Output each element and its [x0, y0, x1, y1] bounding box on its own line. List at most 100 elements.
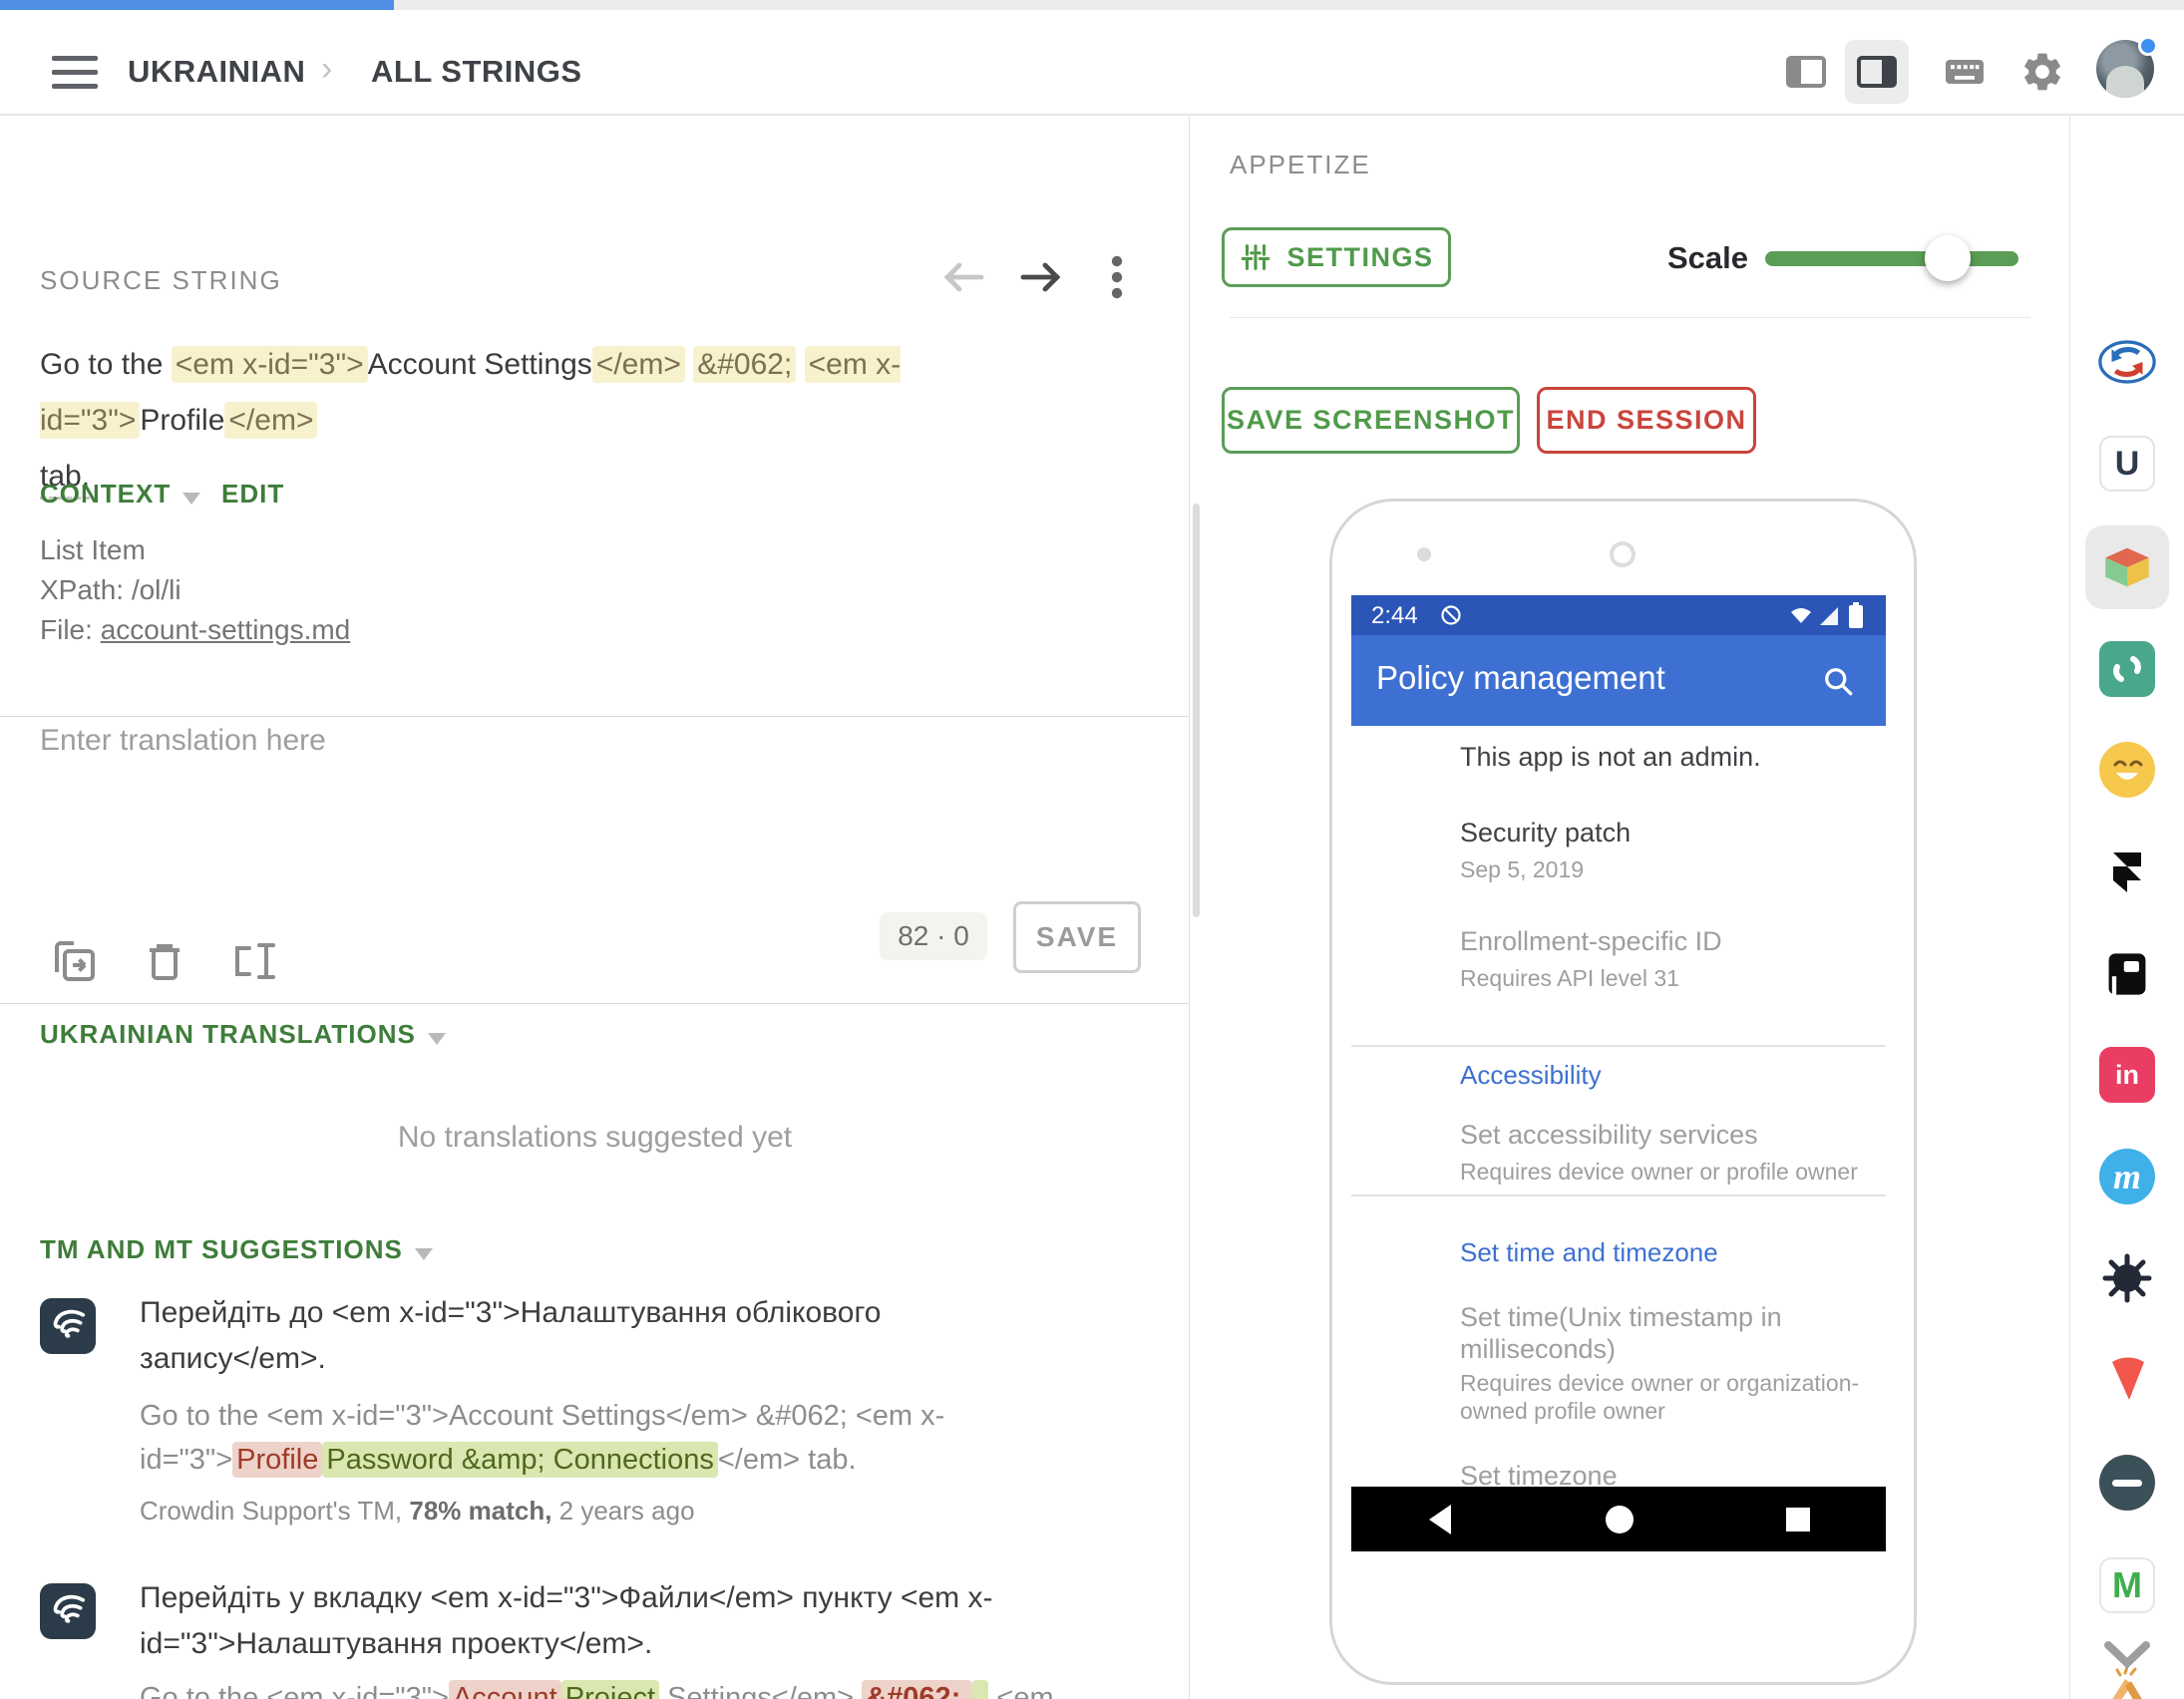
editor-panel: SOURCE STRING Go to the <em x-id="3">Acc…: [0, 116, 1190, 1699]
scale-slider-knob[interactable]: [1925, 235, 1971, 281]
context-type: List Item: [40, 530, 146, 570]
app-icon-m-circle[interactable]: m: [2085, 1135, 2169, 1218]
wifi-icon: [1788, 605, 1814, 627]
context-edit-button[interactable]: EDIT: [221, 479, 284, 510]
copy-source-icon[interactable]: [48, 934, 102, 988]
divider: [0, 716, 1189, 717]
source-string-label: SOURCE STRING: [40, 265, 282, 296]
list-divider: [1351, 1194, 1886, 1196]
breadcrumb-language[interactable]: UKRAINIAN: [128, 54, 305, 90]
section-header-time: Set time and timezone: [1460, 1237, 1863, 1268]
app-icon-cube-active[interactable]: [2085, 525, 2169, 609]
context-chevron-icon: [182, 493, 200, 505]
next-string-icon[interactable]: [1015, 255, 1071, 301]
list-item-set-time: Set time(Unix timestamp in milliseconds)…: [1460, 1301, 1863, 1425]
right-panel-layout-icon[interactable]: [1845, 40, 1909, 104]
appetize-label: APPETIZE: [1230, 150, 1371, 180]
suggestion-translation-text: Перейдіть у вкладку <em x-id="3">Файли</…: [140, 1575, 1147, 1667]
crowdin-editor-window: UKRAINIAN › ALL STRINGS SOURCE STRING: [0, 0, 2184, 1699]
device-frame: 2:44 Policy management This app is not a…: [1329, 499, 1917, 1685]
app-icon-smiley[interactable]: [2085, 728, 2169, 812]
preview-panel: APPETIZE SETTINGS Scale SAVE SCREENSHOT …: [1190, 116, 2069, 1699]
online-status-dot: [2138, 36, 2158, 56]
page-load-progress-fill: [0, 0, 394, 10]
nav-recents-icon[interactable]: [1784, 1506, 1812, 1533]
app-icon-book[interactable]: [2085, 932, 2169, 1016]
app-icon-u[interactable]: U: [2085, 422, 2169, 506]
device-speaker: [1610, 541, 1636, 567]
app-icon-marvel[interactable]: [2085, 1338, 2169, 1422]
battery-icon: [1848, 602, 1864, 629]
breadcrumb-chevron-icon: ›: [321, 50, 332, 89]
list-item-set-accessibility: Set accessibility services Requires devi…: [1460, 1120, 1863, 1186]
android-nav-bar: [1351, 1487, 1886, 1551]
status-time: 2:44: [1371, 602, 1418, 630]
translation-input[interactable]: [40, 724, 1147, 893]
emulator-screen[interactable]: 2:44 Policy management This app is not a…: [1351, 595, 1886, 1551]
crowdin-tm-icon: [40, 1298, 96, 1354]
context-xpath: XPath: /ol/li: [40, 570, 182, 610]
no-translations-message: No translations suggested yet: [0, 1121, 1190, 1155]
settings-gear-icon[interactable]: [2010, 40, 2074, 104]
context-label: CONTEXT: [40, 479, 171, 509]
list-item-enrollment-id: Enrollment-specific ID Requires API leve…: [1460, 926, 1863, 992]
settings-button-label: SETTINGS: [1286, 242, 1433, 273]
more-options-icon[interactable]: [1102, 249, 1132, 305]
app-icon-m-letter[interactable]: M: [2085, 1543, 2169, 1627]
divider: [1230, 317, 2030, 318]
android-status-bar: 2:44: [1351, 595, 1886, 635]
list-item-security-patch: Security patch Sep 5, 2019: [1460, 818, 1863, 883]
signal-icon: [1818, 605, 1842, 627]
end-session-button[interactable]: END SESSION: [1537, 387, 1756, 454]
save-screenshot-button[interactable]: SAVE SCREENSHOT: [1222, 387, 1520, 454]
suggestion-meta: Crowdin Support's TM, 78% match, 2 years…: [140, 1496, 1147, 1527]
section-header-accessibility: Accessibility: [1460, 1060, 1863, 1091]
select-text-icon[interactable]: [227, 934, 281, 988]
tm-suggestion-row[interactable]: Перейдіть до <em x-id="3">Налаштування о…: [0, 1290, 1189, 1529]
page-load-progress-track: [0, 0, 2184, 10]
rail-scroll-down-icon[interactable]: [2092, 1633, 2162, 1678]
clear-translation-icon[interactable]: [138, 934, 191, 988]
admin-note: This app is not an admin.: [1460, 742, 1863, 773]
tm-section-toggle[interactable]: TM AND MT SUGGESTIONS: [40, 1234, 433, 1265]
hamburger-menu-icon[interactable]: [52, 56, 98, 90]
context-file-link[interactable]: account-settings.md: [101, 614, 351, 645]
app-icon-mine[interactable]: [2085, 1236, 2169, 1320]
search-icon[interactable]: [1820, 663, 1856, 699]
keyboard-shortcuts-icon[interactable]: [1933, 40, 1997, 104]
translations-section-title: UKRAINIAN TRANSLATIONS: [40, 1019, 416, 1049]
nav-back-icon[interactable]: [1425, 1503, 1455, 1536]
scale-slider-track[interactable]: [1765, 251, 2018, 266]
suggestion-translation-text: Перейдіть до <em x-id="3">Налаштування о…: [140, 1290, 1147, 1382]
list-divider: [1351, 1045, 1886, 1047]
divider: [0, 1003, 1189, 1004]
top-header: UKRAINIAN › ALL STRINGS: [0, 10, 2184, 116]
app-icon-invision[interactable]: in: [2085, 1033, 2169, 1117]
tm-section-title: TM AND MT SUGGESTIONS: [40, 1234, 403, 1264]
previous-string-icon[interactable]: [937, 255, 993, 301]
suggestion-source-diff: Go to the <em x-id="3">AccountProject Se…: [140, 1677, 1147, 1699]
app-icon-chat[interactable]: [2085, 1441, 2169, 1525]
scale-label: Scale: [1667, 240, 1748, 276]
side-by-side-layout-icon[interactable]: [1774, 40, 1838, 104]
device-camera-dot: [1417, 547, 1431, 561]
char-counter-badge: 82 · 0: [880, 912, 987, 960]
nav-home-icon[interactable]: [1604, 1504, 1636, 1535]
appetize-settings-button[interactable]: SETTINGS: [1222, 227, 1451, 287]
app-icon-video[interactable]: [2085, 627, 2169, 711]
translations-section-toggle[interactable]: UKRAINIAN TRANSLATIONS: [40, 1019, 446, 1050]
panel-scrollbar[interactable]: [1193, 504, 1200, 917]
context-file: File: account-settings.md: [40, 610, 350, 650]
tm-suggestion-row[interactable]: Перейдіть у вкладку <em x-id="3">Файли</…: [0, 1575, 1189, 1699]
tm-chevron-icon: [415, 1248, 433, 1260]
suggestion-source-diff: Go to the <em x-id="3">Account Settings<…: [140, 1394, 1147, 1482]
android-app-bar: Policy management: [1351, 635, 1886, 726]
translations-chevron-icon: [428, 1033, 446, 1045]
context-toggle[interactable]: CONTEXT: [40, 479, 200, 510]
data-saver-icon: [1439, 603, 1463, 627]
save-translation-button[interactable]: SAVE: [1013, 901, 1141, 973]
app-icon-sync[interactable]: [2085, 320, 2169, 404]
crowdin-tm-icon: [40, 1583, 96, 1639]
app-icon-framer[interactable]: [2085, 831, 2169, 914]
breadcrumb-section[interactable]: ALL STRINGS: [371, 54, 582, 90]
